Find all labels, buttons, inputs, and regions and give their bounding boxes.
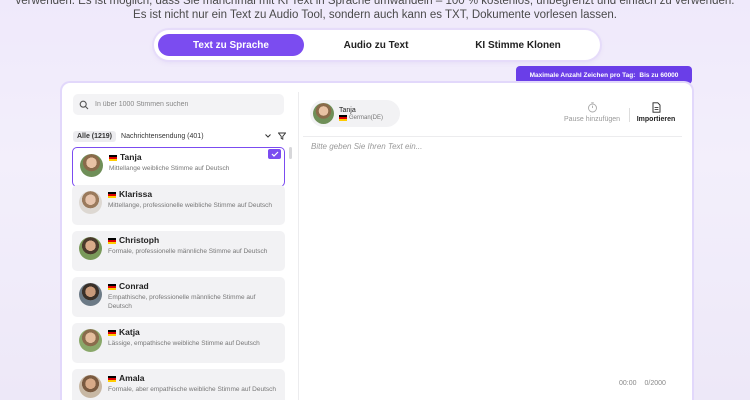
char-limit-value: Bis zu 60000	[639, 71, 679, 79]
voice-name: Tanja	[120, 152, 142, 162]
avatar	[79, 329, 102, 352]
toolbar-separator	[629, 108, 630, 122]
search-icon	[79, 100, 89, 109]
german-flag-icon	[108, 375, 116, 382]
voice-name: Amala	[119, 373, 145, 383]
char-count: 0/2000	[644, 380, 666, 387]
voice-card-amala[interactable]: Amala Formale, aber empathische weiblich…	[72, 369, 285, 400]
editor-divider	[303, 136, 682, 137]
filter-news[interactable]: Nachrichtensendung (401)	[121, 133, 264, 140]
timer-icon	[587, 102, 597, 113]
german-flag-icon	[108, 191, 116, 198]
voice-search	[73, 94, 284, 115]
voice-card-katja[interactable]: Katja Lässige, empathische weibliche Sti…	[72, 323, 285, 363]
intro-line-2: Es ist nicht nur ein Text zu Audio Tool,…	[133, 9, 617, 21]
german-flag-icon	[108, 283, 116, 290]
search-input[interactable]	[95, 101, 275, 108]
german-flag-icon	[108, 237, 116, 244]
german-flag-icon	[108, 329, 116, 336]
chevron-down-icon[interactable]	[264, 132, 272, 140]
voice-card-tanja[interactable]: Tanja Mittellange weibliche Stimme auf D…	[72, 147, 285, 187]
tab-text-to-speech[interactable]: Text zu Sprache	[158, 34, 304, 56]
voice-desc: Formale, professionelle männliche Stimme…	[108, 248, 268, 255]
filter-all[interactable]: Alle (1219)	[73, 130, 117, 142]
avatar	[79, 237, 102, 260]
avatar	[79, 283, 102, 306]
voice-card-conrad[interactable]: Conrad Empathische, professionelle männl…	[72, 277, 285, 317]
editor-counter: 00:00 0/2000	[619, 380, 666, 387]
voice-list: Tanja Mittellange weibliche Stimme auf D…	[72, 147, 286, 400]
voice-name: Conrad	[119, 281, 149, 291]
selected-voice-name: Tanja	[339, 107, 356, 114]
tab-audio-to-text[interactable]: Audio zu Text	[304, 34, 448, 56]
voice-name: Christoph	[119, 235, 160, 245]
voice-name: Katja	[119, 327, 140, 337]
check-icon	[268, 149, 281, 159]
audio-time: 00:00	[619, 380, 637, 387]
char-limit-badge: Maximale Anzahl Zeichen pro Tag: Bis zu …	[516, 66, 692, 84]
avatar	[79, 375, 102, 398]
voice-desc: Lässige, empathische weibliche Stimme au…	[108, 340, 260, 347]
mode-tabs: Text zu Sprache Audio zu Text KI Stimme …	[154, 30, 600, 60]
avatar	[313, 103, 334, 124]
text-input[interactable]	[311, 142, 676, 378]
document-icon	[652, 102, 660, 113]
voice-desc: Formale, aber empathische weibliche Stim…	[108, 386, 276, 393]
tab-voice-clone[interactable]: KI Stimme Klonen	[448, 34, 588, 56]
voice-card-klarissa[interactable]: Klarissa Mittellange, professionelle wei…	[72, 185, 285, 225]
import-button[interactable]: Importieren	[633, 102, 679, 128]
intro-line-1: verwenden. Es ist möglich, dass Sie manc…	[15, 0, 735, 7]
german-flag-icon	[109, 154, 117, 161]
voice-name: Klarissa	[119, 189, 153, 199]
voice-desc: Mittellange weibliche Stimme auf Deutsch	[109, 165, 230, 172]
voice-desc: Empathische, professionelle männliche St…	[108, 294, 256, 310]
add-pause-button[interactable]: Pause hinzufügen	[559, 102, 625, 128]
voice-list-scrollbar[interactable]	[289, 147, 292, 159]
voice-desc: Mittellange, professionelle weibliche St…	[108, 202, 273, 209]
voice-card-christoph[interactable]: Christoph Formale, professionelle männli…	[72, 231, 285, 271]
filter-icon[interactable]	[278, 132, 286, 140]
import-label: Importieren	[636, 116, 676, 123]
selected-voice-lang: German(DE)	[349, 115, 384, 121]
add-pause-label: Pause hinzufügen	[563, 116, 621, 123]
avatar	[80, 154, 103, 177]
avatar	[79, 191, 102, 214]
panel-divider	[298, 92, 299, 400]
german-flag-icon	[339, 115, 347, 121]
intro-text: verwenden. Es ist möglich, dass Sie manc…	[0, 0, 750, 22]
selected-voice-chip[interactable]: Tanja German(DE)	[310, 100, 400, 127]
char-limit-label: Maximale Anzahl Zeichen pro Tag:	[529, 71, 636, 79]
voice-filters: Alle (1219) Nachrichtensendung (401)	[73, 129, 286, 143]
